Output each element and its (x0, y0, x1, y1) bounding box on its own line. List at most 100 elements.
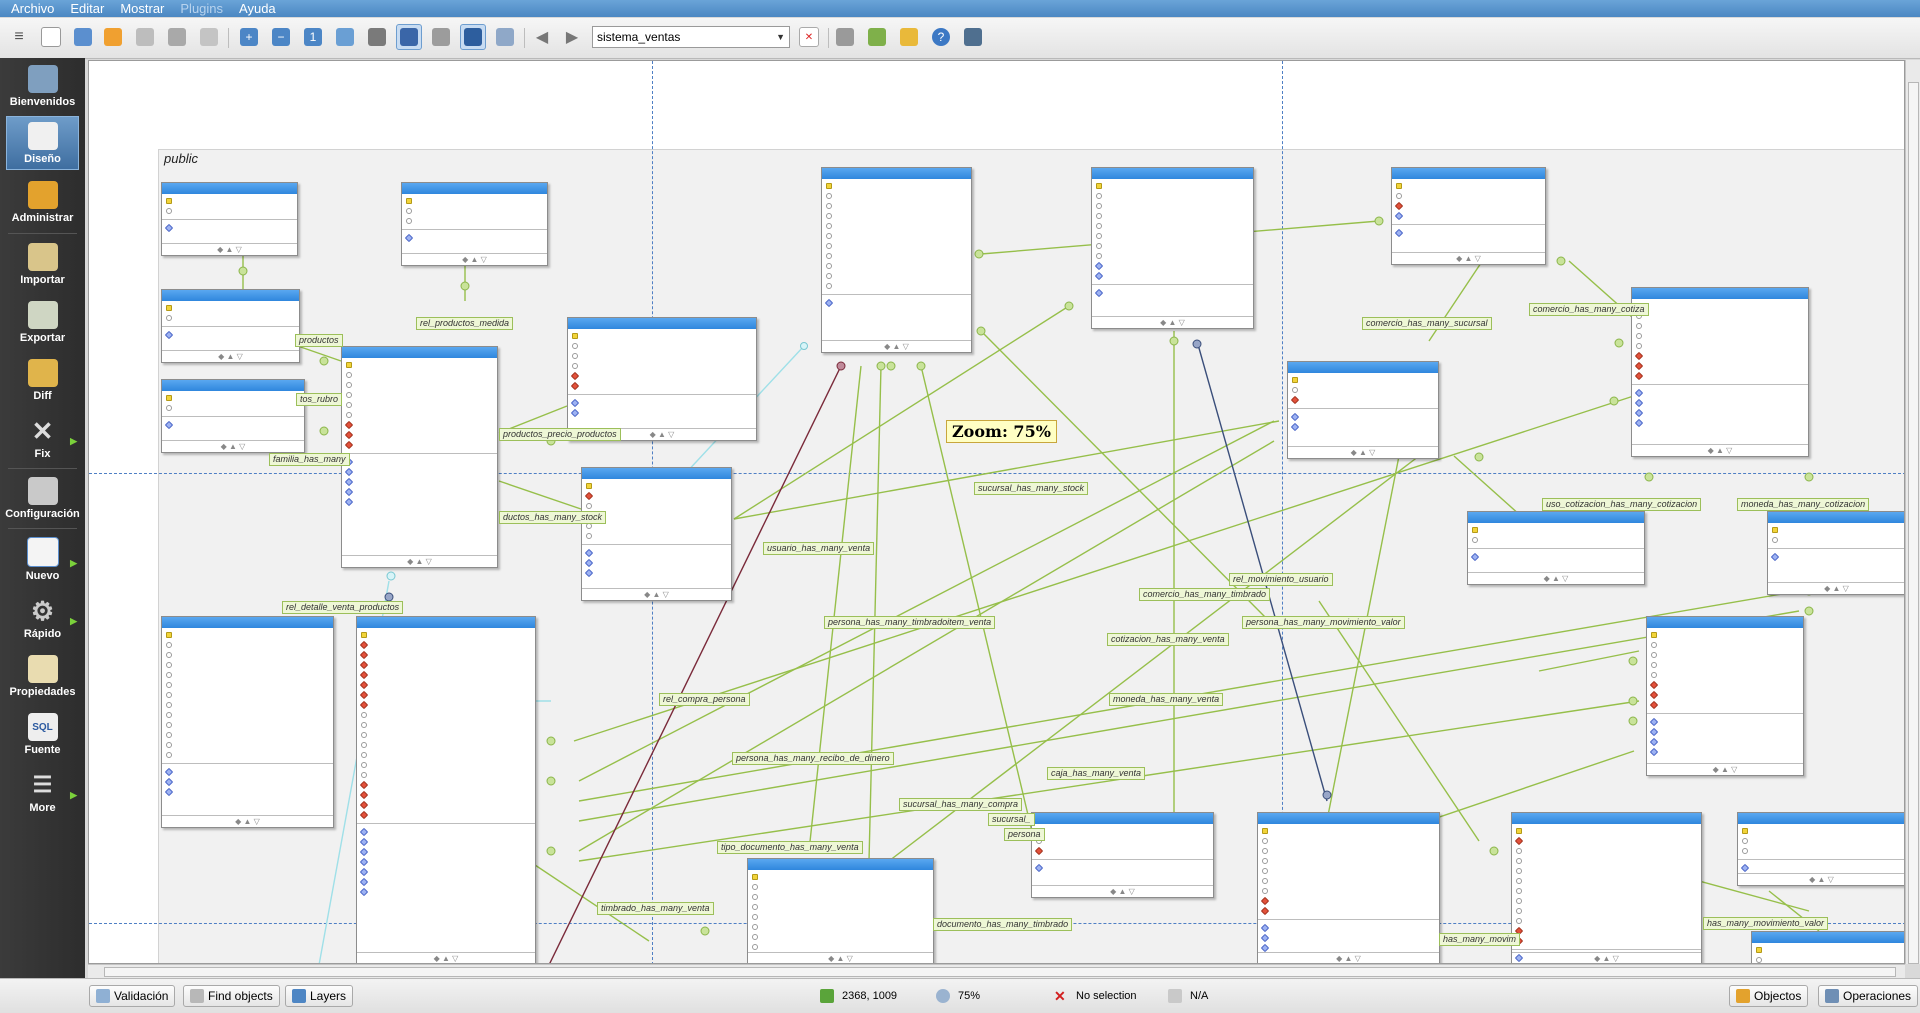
table-header[interactable] (357, 617, 535, 628)
table-column-row[interactable] (357, 740, 535, 750)
table-column-row[interactable] (748, 912, 933, 922)
table-footer-controls[interactable]: ◆ ▲ ▽ (1288, 446, 1438, 458)
relationship-label[interactable]: sucursal_has_many_compra (899, 798, 1022, 811)
layers-button[interactable]: Layers (285, 985, 353, 1007)
zoom-in-icon[interactable]: + (236, 24, 262, 50)
relationship-label[interactable]: has_many_movimiento_valor (1703, 917, 1828, 930)
table-entity[interactable] (1751, 931, 1905, 964)
relationship-label[interactable]: persona_has_many_recibo_de_dinero (732, 752, 894, 765)
table-column-row[interactable] (357, 837, 535, 847)
table-column-row[interactable] (822, 191, 971, 201)
table-column-row[interactable] (582, 481, 731, 491)
table-column-row[interactable] (1632, 398, 1808, 408)
relationship-label[interactable]: rel_compra_persona (659, 693, 750, 706)
export-icon[interactable] (196, 24, 222, 50)
table-footer-controls[interactable]: ◆ ▲ ▽ (1768, 582, 1905, 594)
objects-grid-icon[interactable] (492, 24, 518, 50)
sidebar-item-propiedades[interactable]: Propiedades (6, 648, 79, 702)
table-entity[interactable]: ◆ ▲ ▽ (567, 317, 757, 441)
zoom-out-icon[interactable]: − (268, 24, 294, 50)
table-column-row[interactable] (1258, 923, 1439, 933)
table-column-row[interactable] (822, 241, 971, 251)
table-column-row[interactable] (1092, 271, 1253, 281)
table-column-row[interactable] (1632, 388, 1808, 398)
table-column-row[interactable] (568, 398, 756, 408)
table-column-row[interactable] (1392, 211, 1545, 221)
table-column-row[interactable] (162, 730, 333, 740)
table-entity[interactable]: ◆ ▲ ▽ (1287, 361, 1439, 459)
table-column-row[interactable] (342, 390, 497, 400)
table-column-row[interactable] (357, 730, 535, 740)
relationship-label[interactable]: timbrado_has_many_venta (597, 902, 714, 915)
expand-arrow-icon[interactable]: ▶ (70, 436, 77, 447)
table-entity[interactable]: ◆ ▲ ▽ (1467, 511, 1645, 585)
table-header[interactable] (1632, 288, 1808, 299)
table-entity[interactable]: ◆ ▲ ▽ (821, 167, 972, 353)
table-column-row[interactable] (1288, 385, 1438, 395)
table-column-row[interactable] (1512, 926, 1701, 936)
table-entity[interactable]: ◆ ▲ ▽ (341, 346, 498, 568)
table-column-row[interactable] (402, 216, 547, 226)
table-column-row[interactable] (162, 393, 304, 403)
table-column-row[interactable] (342, 430, 497, 440)
vertical-scrollbar[interactable] (1905, 60, 1920, 964)
table-column-row[interactable] (1092, 201, 1253, 211)
table-column-row[interactable] (748, 902, 933, 912)
table-column-row[interactable] (1632, 301, 1808, 311)
table-column-row[interactable] (162, 777, 333, 787)
relationship-label[interactable]: tos_rubro (296, 393, 342, 406)
table-column-row[interactable] (1647, 650, 1803, 660)
scroll-thumb[interactable] (1908, 82, 1919, 964)
table-column-row[interactable] (162, 206, 297, 216)
relationship-label[interactable]: caja_has_many_venta (1047, 767, 1145, 780)
table-column-row[interactable] (162, 660, 333, 670)
table-entity[interactable]: ◆ ▲ ▽ (401, 182, 548, 266)
table-column-row[interactable] (1258, 886, 1439, 896)
table-column-row[interactable] (748, 892, 933, 902)
table-column-row[interactable] (1512, 846, 1701, 856)
relationship-label[interactable]: rel_movimiento_usuario (1229, 573, 1333, 586)
table-column-row[interactable] (357, 857, 535, 867)
table-column-row[interactable] (162, 196, 297, 206)
table-column-row[interactable] (568, 361, 756, 371)
menu-plugins[interactable]: Plugins (175, 1, 228, 16)
table-column-row[interactable] (1752, 945, 1905, 955)
table-column-row[interactable] (582, 531, 731, 541)
grid-icon[interactable] (396, 24, 422, 50)
open-icon[interactable] (70, 24, 96, 50)
table-column-row[interactable] (1032, 846, 1213, 856)
table-entity[interactable]: ◆ ▲ ▽ (1646, 616, 1804, 776)
table-column-row[interactable] (1512, 836, 1701, 846)
table-column-row[interactable] (342, 487, 497, 497)
table-column-row[interactable] (1632, 371, 1808, 381)
table-entity[interactable]: ◆ ▲ ▽ (1031, 812, 1214, 898)
table-column-row[interactable] (1258, 846, 1439, 856)
table-entity[interactable]: ◆ ▲ ▽ (356, 616, 536, 964)
table-column-row[interactable] (1632, 408, 1808, 418)
table-header[interactable] (162, 617, 333, 628)
relationship-label[interactable]: sucursal_ (988, 813, 1035, 826)
table-column-row[interactable] (1258, 933, 1439, 943)
table-column-row[interactable] (1632, 418, 1808, 428)
table-header[interactable] (582, 468, 731, 479)
help-icon[interactable]: ? (928, 24, 954, 50)
table-column-row[interactable] (1647, 727, 1803, 737)
table-header[interactable] (568, 318, 756, 329)
table-entity[interactable]: ◆ ▲ ▽ (1631, 287, 1809, 457)
table-column-row[interactable] (162, 720, 333, 730)
table-column-row[interactable] (1032, 863, 1213, 873)
plugin-icon[interactable] (832, 24, 858, 50)
table-column-row[interactable] (1092, 288, 1253, 298)
table-column-row[interactable] (402, 233, 547, 243)
table-column-row[interactable] (1092, 241, 1253, 251)
table-footer-controls[interactable]: ◆ ▲ ▽ (1392, 252, 1545, 264)
table-column-row[interactable] (822, 281, 971, 291)
expand-arrow-icon[interactable]: ▶ (70, 790, 77, 801)
sidebar-item-exportar[interactable]: Exportar (6, 294, 79, 348)
table-column-row[interactable] (1468, 552, 1644, 562)
table-entity[interactable]: ◆ ▲ ▽ (1511, 812, 1702, 964)
table-column-row[interactable] (162, 787, 333, 797)
table-column-row[interactable] (357, 810, 535, 820)
relationship-label[interactable]: ductos_has_many_stock (499, 511, 606, 524)
table-column-row[interactable] (582, 501, 731, 511)
